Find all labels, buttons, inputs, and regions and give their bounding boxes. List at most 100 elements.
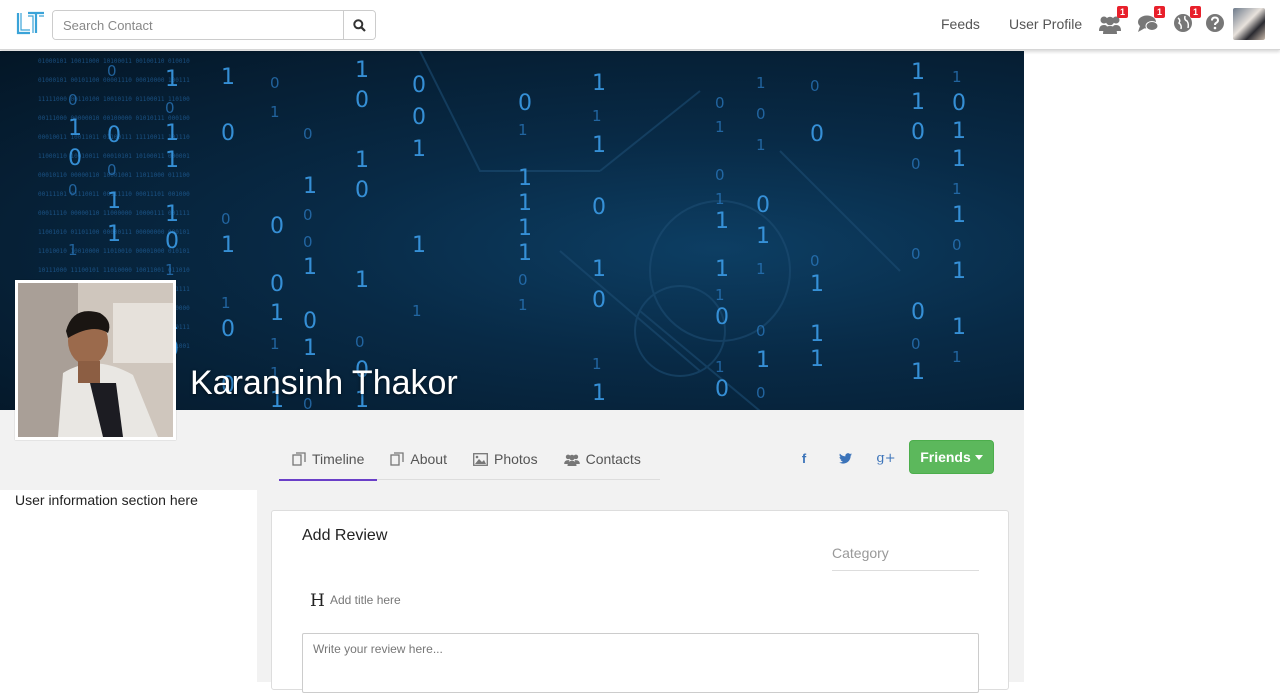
- profile-photo[interactable]: [15, 280, 176, 440]
- svg-text:0: 0: [68, 91, 78, 109]
- svg-text:0: 0: [911, 245, 921, 263]
- nav-user-profile-link[interactable]: User Profile: [1009, 16, 1082, 32]
- svg-text:0: 0: [303, 125, 313, 143]
- svg-text:1: 1: [107, 189, 121, 214]
- svg-text:1: 1: [810, 272, 824, 297]
- svg-text:0: 0: [715, 94, 725, 112]
- svg-text:0: 0: [715, 377, 729, 402]
- svg-text:0: 0: [303, 233, 313, 251]
- svg-text:0: 0: [952, 91, 966, 116]
- profile-name: Karansinh Thakor: [190, 364, 458, 402]
- svg-text:1: 1: [165, 148, 179, 173]
- nav-user-avatar[interactable]: [1233, 8, 1265, 40]
- twitter-button[interactable]: [835, 448, 855, 468]
- svg-text:0: 0: [270, 214, 284, 239]
- search-input[interactable]: [53, 11, 343, 39]
- category-select[interactable]: Category: [832, 545, 979, 571]
- google-plus-button[interactable]: g+: [876, 448, 896, 468]
- svg-text:1: 1: [952, 203, 966, 228]
- svg-text:0: 0: [518, 271, 528, 289]
- friend-requests-button[interactable]: 1: [1098, 6, 1128, 35]
- svg-text:1: 1: [715, 190, 725, 208]
- svg-text:0: 0: [412, 73, 426, 98]
- search-bar: [52, 10, 376, 40]
- svg-text:1: 1: [303, 336, 317, 361]
- photo-icon: [473, 452, 488, 466]
- svg-text:1: 1: [810, 347, 824, 372]
- about-icon: [390, 452, 405, 466]
- svg-text:1: 1: [107, 222, 121, 247]
- svg-text:1: 1: [592, 355, 602, 373]
- svg-text:0: 0: [355, 178, 369, 203]
- svg-text:0: 0: [221, 121, 235, 146]
- tab-photos[interactable]: Photos: [460, 438, 551, 480]
- svg-text:0: 0: [107, 123, 121, 148]
- svg-text:0: 0: [270, 74, 280, 92]
- help-button[interactable]: [1205, 13, 1227, 35]
- svg-text:1: 1: [911, 360, 925, 385]
- svg-text:0: 0: [355, 333, 365, 351]
- svg-text:1: 1: [592, 71, 606, 96]
- svg-text:1: 1: [756, 348, 770, 373]
- user-info-section: User information section here: [15, 492, 198, 508]
- timeline-icon: [292, 452, 306, 466]
- review-body-textarea[interactable]: [302, 633, 979, 693]
- notifications-button[interactable]: 1: [1173, 6, 1201, 35]
- svg-text:0: 0: [810, 252, 820, 270]
- svg-text:1: 1: [756, 74, 766, 92]
- svg-text:0: 0: [303, 309, 317, 334]
- tab-contacts[interactable]: Contacts: [551, 438, 654, 480]
- svg-text:0: 0: [221, 210, 231, 228]
- svg-text:0: 0: [592, 288, 606, 313]
- svg-text:1: 1: [518, 241, 532, 266]
- svg-text:1: 1: [270, 301, 284, 326]
- add-review-card: Add Review Category H: [271, 510, 1009, 693]
- friends-dropdown-button[interactable]: Friends: [909, 440, 994, 474]
- svg-text:1: 1: [952, 180, 962, 198]
- svg-text:0: 0: [715, 305, 729, 330]
- svg-text:1: 1: [952, 315, 966, 340]
- svg-text:1: 1: [68, 241, 78, 259]
- svg-text:0: 0: [107, 62, 117, 80]
- svg-text:1: 1: [715, 118, 725, 136]
- svg-text:1: 1: [165, 67, 179, 92]
- review-title-input[interactable]: [330, 593, 630, 607]
- profile-avatar-image: [18, 283, 173, 437]
- svg-text:1: 1: [756, 224, 770, 249]
- svg-text:0: 0: [952, 236, 962, 254]
- svg-text:1: 1: [952, 259, 966, 284]
- svg-text:1: 1: [715, 358, 725, 376]
- svg-text:1: 1: [592, 107, 602, 125]
- svg-text:1: 1: [355, 268, 369, 293]
- messages-badge: 1: [1154, 6, 1165, 18]
- svg-text:1: 1: [715, 286, 725, 304]
- svg-text:0: 0: [412, 105, 426, 130]
- svg-text:1: 1: [412, 137, 426, 162]
- svg-text:0: 0: [355, 88, 369, 113]
- app-logo[interactable]: [16, 11, 46, 37]
- svg-text:0: 0: [303, 206, 313, 224]
- svg-text:0: 0: [221, 317, 235, 342]
- svg-text:1: 1: [303, 174, 317, 199]
- svg-text:1: 1: [221, 233, 235, 258]
- friend-requests-badge: 1: [1117, 6, 1128, 18]
- google-plus-icon: g+: [876, 450, 896, 466]
- svg-text:1: 1: [911, 90, 925, 115]
- search-button[interactable]: [343, 11, 375, 39]
- svg-text:1: 1: [952, 68, 962, 86]
- heading-icon: H: [310, 591, 325, 611]
- tab-timeline[interactable]: Timeline: [279, 438, 378, 481]
- svg-text:1: 1: [952, 119, 966, 144]
- messages-button[interactable]: 1: [1137, 6, 1165, 35]
- tab-about[interactable]: About: [377, 438, 460, 480]
- svg-text:1: 1: [412, 302, 422, 320]
- tab-contacts-label: Contacts: [585, 451, 641, 467]
- svg-text:1: 1: [270, 335, 280, 353]
- nav-feeds-link[interactable]: Feeds: [941, 16, 980, 32]
- svg-text:1: 1: [592, 133, 606, 158]
- svg-text:1: 1: [952, 147, 966, 172]
- facebook-button[interactable]: f: [794, 448, 814, 468]
- svg-text:1: 1: [355, 148, 369, 173]
- svg-text:1: 1: [165, 261, 175, 279]
- caret-down-icon: [974, 454, 983, 460]
